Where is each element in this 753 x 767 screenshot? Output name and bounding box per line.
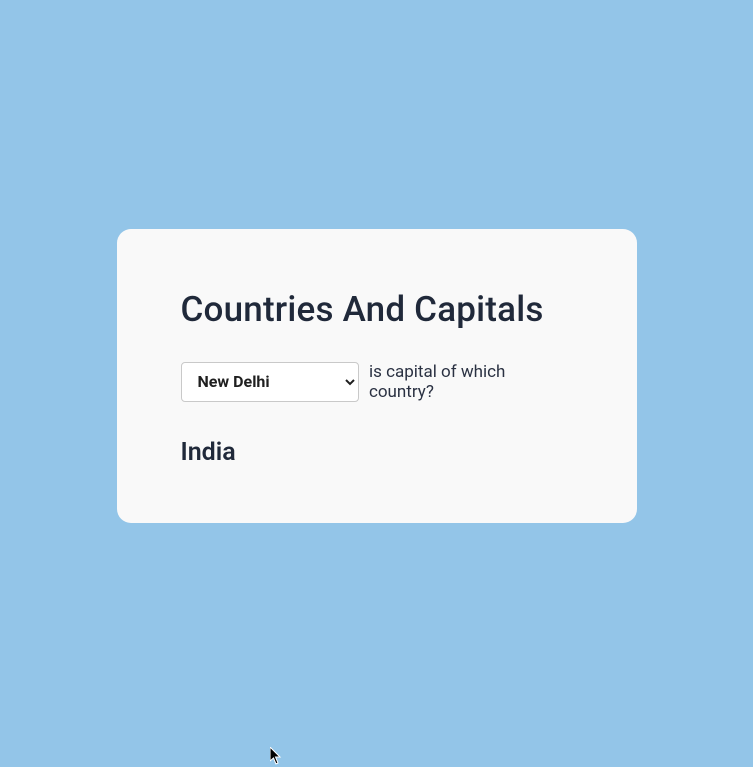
answer-text: India [181, 438, 573, 467]
question-row: New Delhi is capital of which country? [181, 362, 573, 402]
capital-select[interactable]: New Delhi [181, 362, 359, 402]
question-text: is capital of which country? [369, 362, 573, 402]
cursor-icon [270, 747, 284, 765]
page-title: Countries And Capitals [181, 289, 573, 330]
quiz-card: Countries And Capitals New Delhi is capi… [117, 229, 637, 523]
